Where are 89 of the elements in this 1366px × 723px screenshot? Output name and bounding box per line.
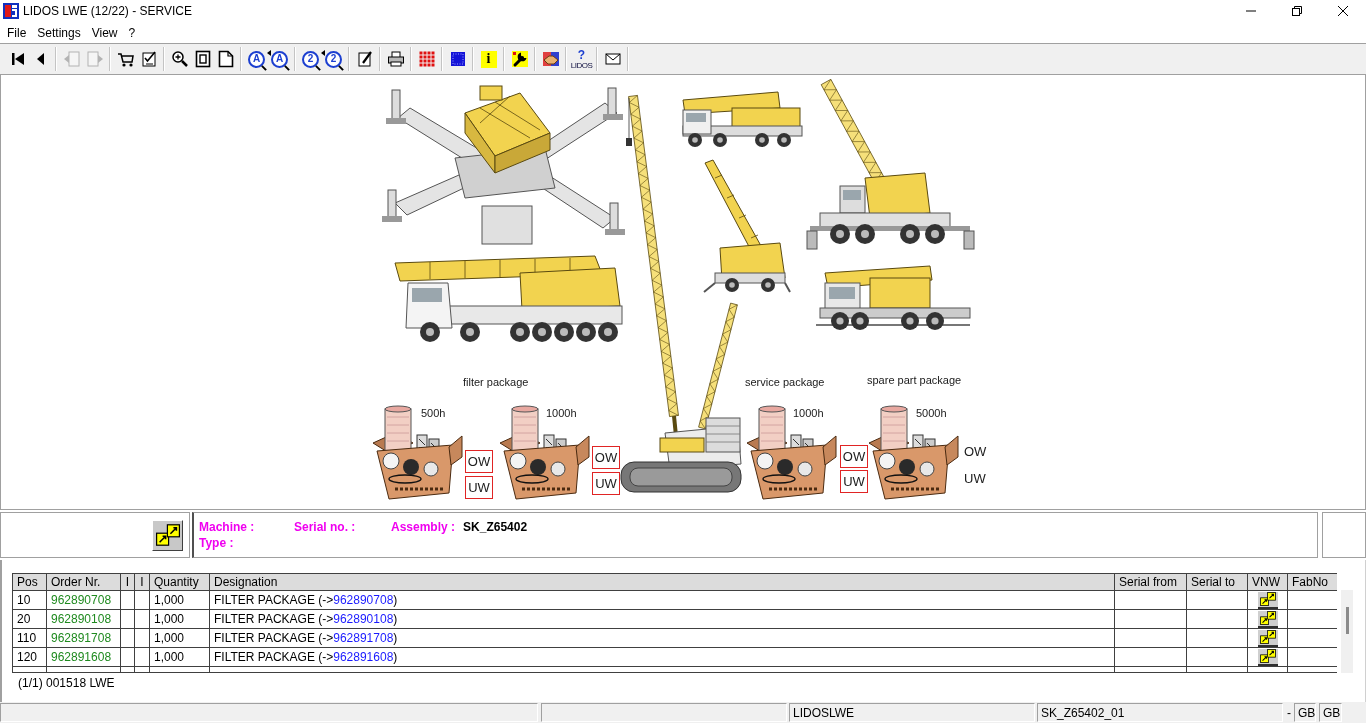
service-interval-label: 1000h — [793, 407, 824, 420]
table-cell: FILTER PACKAGE (->962891608) — [209, 647, 1115, 667]
table-cell: FILTER PACKAGE (->962890108) — [209, 609, 1115, 629]
package-caption: service package — [745, 376, 825, 389]
part-number-link[interactable]: 962890108 — [333, 612, 394, 626]
close-icon — [1338, 6, 1348, 16]
variant-link[interactable]: UW — [465, 476, 493, 499]
cart-icon — [116, 50, 135, 68]
link-button[interactable] — [1257, 629, 1278, 647]
arrow-squares-icon — [1259, 592, 1276, 606]
info-panel — [1322, 512, 1366, 558]
field-label: Assembly : — [391, 520, 456, 534]
help-button[interactable]: ? LIDOS — [570, 47, 593, 71]
service-interval-label: 500h — [421, 407, 446, 420]
column-header[interactable]: Pos — [12, 573, 47, 591]
menu-item[interactable]: View — [86, 23, 123, 42]
column-header[interactable]: FabNo — [1287, 573, 1337, 591]
zoom-in-icon — [170, 50, 189, 68]
service-interval-label: 1000h — [546, 407, 577, 420]
field-label: Serial no. : — [294, 520, 356, 534]
scroll-thumb[interactable] — [1345, 607, 1349, 634]
table-cell: 120 — [12, 647, 47, 667]
menu-item[interactable]: ? — [123, 23, 141, 42]
column-header[interactable]: VNW — [1247, 573, 1288, 591]
scrollbar[interactable] — [1341, 590, 1353, 673]
field-label: Type : — [199, 536, 234, 550]
wrench-icon — [510, 50, 529, 68]
field-label: Machine : — [199, 520, 255, 534]
tile-grid-icon — [417, 50, 436, 68]
status-panel: SK_Z65402_01 — [1037, 703, 1283, 722]
order-number-cell[interactable]: 962891708 — [46, 628, 121, 648]
field-value: SK_Z65402 — [463, 520, 528, 534]
window-title: LIDOS LWE (12/22) - SERVICE — [23, 4, 192, 18]
part-number-link[interactable]: 962890708 — [333, 593, 394, 607]
variant-link[interactable]: OW — [840, 445, 868, 468]
status-panel: LIDOSLWE — [789, 703, 1035, 722]
page-forward-icon — [85, 50, 104, 68]
service-interval-label: 5000h — [916, 407, 947, 420]
arrow-squares-icon — [1259, 630, 1276, 644]
menu-item[interactable]: File — [2, 23, 32, 42]
notepad-icon — [355, 50, 374, 68]
column-header[interactable]: Designation — [209, 573, 1115, 591]
package-caption: filter package — [463, 376, 529, 389]
variant-label: OW — [964, 443, 987, 461]
page-icon — [216, 50, 235, 68]
arrow-squares-icon — [155, 524, 180, 546]
column-header[interactable]: Order Nr. — [46, 573, 121, 591]
column-header[interactable]: Quantity — [149, 573, 210, 591]
arrow-squares-icon — [1259, 611, 1276, 625]
table-cell: 1,000 — [149, 628, 210, 648]
variant-label: UW — [964, 470, 986, 488]
checklist-icon — [139, 50, 158, 68]
link-button[interactable] — [1257, 610, 1278, 628]
app-logo-icon — [3, 3, 19, 19]
menu-item[interactable]: Settings — [32, 23, 86, 42]
variant-link[interactable]: UW — [592, 472, 620, 495]
printer-icon — [386, 50, 405, 68]
record-count: (1/1) 001518 LWE — [18, 676, 115, 690]
column-header[interactable]: Serial to — [1186, 573, 1248, 591]
status-panel: GB — [1319, 703, 1342, 722]
table-cell: 10 — [12, 590, 47, 610]
order-number-cell[interactable]: 962891608 — [46, 647, 121, 667]
order-number-cell[interactable]: 962890108 — [46, 609, 121, 629]
hexagon-icon — [541, 50, 560, 68]
table-cell: FILTER PACKAGE (->962891708) — [209, 628, 1115, 648]
variant-link[interactable]: OW — [465, 450, 493, 473]
link-button[interactable] — [1257, 648, 1278, 666]
link-button[interactable] — [1257, 591, 1278, 609]
table-cell: 1,000 — [149, 647, 210, 667]
variant-link[interactable]: OW — [592, 446, 620, 469]
table-cell: 1,000 — [149, 609, 210, 629]
part-number-link[interactable]: 962891608 — [333, 650, 394, 664]
part-number-link[interactable]: 962891708 — [333, 631, 394, 645]
page-back-icon — [62, 50, 81, 68]
page-icon — [193, 50, 212, 68]
table-cell: 1,000 — [149, 590, 210, 610]
status-panel: GB — [1294, 703, 1316, 722]
table-cell: FILTER PACKAGE (->962890708) — [209, 590, 1115, 610]
package-caption: spare part package — [867, 374, 962, 387]
table-cell: 20 — [12, 609, 47, 629]
restore-icon — [1292, 6, 1302, 16]
order-number-cell[interactable]: 962890708 — [46, 590, 121, 610]
dotted-square-icon — [448, 50, 467, 68]
table-cell: 110 — [12, 628, 47, 648]
envelope-icon — [603, 50, 622, 68]
arrow-squares-icon — [1259, 649, 1276, 663]
status-text: - — [1287, 705, 1291, 720]
variant-link[interactable]: UW — [840, 470, 868, 493]
column-header[interactable]: Serial from — [1114, 573, 1187, 591]
